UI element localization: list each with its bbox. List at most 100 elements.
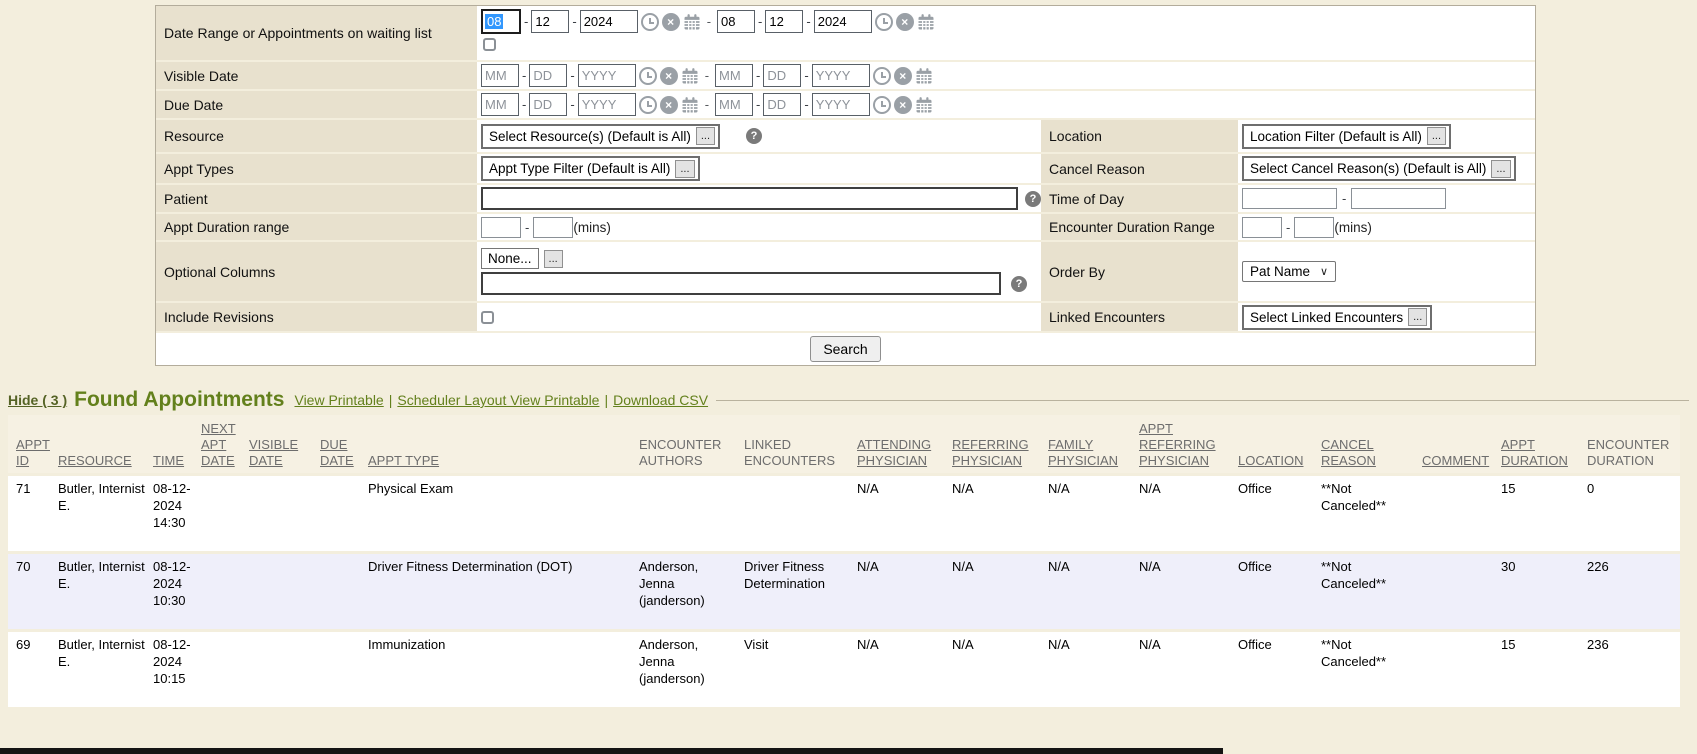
visible-from-month-input[interactable]: [481, 64, 519, 87]
column-header-resource[interactable]: RESOURCE: [58, 415, 153, 473]
search-button[interactable]: Search: [810, 336, 880, 362]
column-header-appt-referring-physician[interactable]: APPT REFERRING PHYSICIAN: [1139, 415, 1238, 473]
optional-columns-input[interactable]: [481, 272, 1001, 295]
ellipsis-button[interactable]: ...: [1427, 127, 1446, 145]
calendar-icon[interactable]: [683, 13, 701, 31]
due-from-day-input[interactable]: [529, 93, 567, 116]
clear-date-icon[interactable]: ×: [894, 67, 912, 85]
due-to-month-input[interactable]: [715, 93, 753, 116]
column-header-comment[interactable]: COMMENT: [1422, 415, 1501, 473]
clear-date-icon[interactable]: ×: [894, 96, 912, 114]
column-header-appt-duration[interactable]: APPT DURATION: [1501, 415, 1587, 473]
clear-date-icon[interactable]: ×: [662, 13, 680, 31]
cancel-reason-filter-button[interactable]: Select Cancel Reason(s) (Default is All)…: [1242, 156, 1516, 181]
ellipsis-button[interactable]: ...: [1408, 308, 1427, 326]
calendar-icon[interactable]: [917, 13, 935, 31]
column-header-label[interactable]: ATTENDING PHYSICIAN: [857, 437, 931, 468]
time-of-day-to-input[interactable]: [1351, 188, 1446, 209]
ellipsis-button[interactable]: ...: [696, 127, 715, 145]
due-from-year-input[interactable]: [578, 93, 636, 116]
optional-columns-button[interactable]: None...: [481, 248, 539, 269]
clock-icon[interactable]: [873, 96, 891, 114]
range-from-year-input[interactable]: [580, 10, 638, 33]
visible-to-month-input[interactable]: [715, 64, 753, 87]
column-header-referring-physician[interactable]: REFERRING PHYSICIAN: [952, 415, 1048, 473]
ellipsis-button[interactable]: ...: [675, 160, 694, 178]
location-filter-button[interactable]: Location Filter (Default is All) ...: [1242, 124, 1451, 149]
patient-input[interactable]: [481, 187, 1018, 210]
calendar-icon[interactable]: [915, 96, 933, 114]
column-header-label[interactable]: TIME: [153, 453, 184, 468]
range-to-month-input[interactable]: [717, 10, 755, 33]
order-by-select[interactable]: Pat Name ∨: [1242, 261, 1336, 282]
column-header-label[interactable]: VISIBLE DATE: [249, 437, 298, 468]
column-header-appt-id[interactable]: APPT ID: [8, 415, 58, 473]
encounter-duration-min-input[interactable]: [1242, 217, 1282, 238]
column-header-label[interactable]: DUE DATE: [320, 437, 354, 468]
calendar-icon[interactable]: [681, 96, 699, 114]
calendar-icon[interactable]: [681, 67, 699, 85]
clear-date-icon[interactable]: ×: [896, 13, 914, 31]
range-from-day-input[interactable]: [531, 10, 569, 33]
due-to-day-input[interactable]: [763, 93, 801, 116]
clock-icon[interactable]: [639, 96, 657, 114]
visible-from-day-input[interactable]: [529, 64, 567, 87]
clear-date-icon[interactable]: ×: [660, 67, 678, 85]
help-icon[interactable]: ?: [1011, 276, 1027, 292]
due-to-year-input[interactable]: [812, 93, 870, 116]
column-header-next-apt-date[interactable]: NEXT APT DATE: [201, 415, 249, 473]
hide-results-link[interactable]: Hide ( 3 ): [8, 392, 67, 408]
view-printable-link[interactable]: View Printable: [294, 392, 383, 408]
clock-icon[interactable]: [641, 13, 659, 31]
visible-from-year-input[interactable]: [578, 64, 636, 87]
column-header-due-date[interactable]: DUE DATE: [320, 415, 368, 473]
column-header-time[interactable]: TIME: [153, 415, 201, 473]
scheduler-layout-view-printable-link[interactable]: Scheduler Layout View Printable: [397, 392, 599, 408]
waiting-list-checkbox[interactable]: [483, 38, 496, 51]
range-from-month-input[interactable]: 08: [481, 9, 521, 34]
time-of-day-from-input[interactable]: [1242, 188, 1337, 209]
column-header-label[interactable]: REFERRING PHYSICIAN: [952, 437, 1029, 468]
column-header-family-physician[interactable]: FAMILY PHYSICIAN: [1048, 415, 1139, 473]
download-csv-link[interactable]: Download CSV: [613, 392, 708, 408]
help-icon[interactable]: ?: [1025, 191, 1041, 207]
table-cell: 71: [8, 476, 58, 551]
column-header-location[interactable]: LOCATION: [1238, 415, 1321, 473]
column-header-appt-type[interactable]: APPT TYPE: [368, 415, 639, 473]
table-cell: 236: [1587, 632, 1680, 707]
column-header-label[interactable]: CANCEL REASON: [1321, 437, 1376, 468]
column-header-label[interactable]: NEXT APT DATE: [201, 421, 236, 468]
column-header-label[interactable]: APPT TYPE: [368, 453, 439, 468]
calendar-icon[interactable]: [915, 67, 933, 85]
range-to-year-input[interactable]: [814, 10, 872, 33]
appt-duration-min-input[interactable]: [481, 217, 521, 238]
clock-icon[interactable]: [875, 13, 893, 31]
ellipsis-button[interactable]: ...: [1491, 160, 1510, 178]
include-revisions-checkbox[interactable]: [481, 311, 494, 324]
column-header-attending-physician[interactable]: ATTENDING PHYSICIAN: [857, 415, 952, 473]
column-header-label[interactable]: LOCATION: [1238, 453, 1304, 468]
visible-to-day-input[interactable]: [763, 64, 801, 87]
help-icon[interactable]: ?: [746, 128, 762, 144]
column-header-label[interactable]: COMMENT: [1422, 453, 1489, 468]
linked-encounters-button[interactable]: Select Linked Encounters ...: [1242, 305, 1432, 330]
range-to-day-input[interactable]: [765, 10, 803, 33]
appt-type-filter-button[interactable]: Appt Type Filter (Default is All) ...: [481, 156, 700, 181]
due-from-month-input[interactable]: [481, 93, 519, 116]
column-header-label[interactable]: APPT DURATION: [1501, 437, 1568, 468]
column-header-visible-date[interactable]: VISIBLE DATE: [249, 415, 320, 473]
column-header-label[interactable]: APPT REFERRING PHYSICIAN: [1139, 421, 1216, 468]
resource-filter-button[interactable]: Select Resource(s) (Default is All) ...: [481, 124, 720, 149]
ellipsis-button[interactable]: ...: [544, 250, 563, 268]
column-header-cancel-reason[interactable]: CANCEL REASON: [1321, 415, 1422, 473]
column-header-label[interactable]: RESOURCE: [58, 453, 132, 468]
visible-to-year-input[interactable]: [812, 64, 870, 87]
clock-icon[interactable]: [873, 67, 891, 85]
appt-duration-max-input[interactable]: [533, 217, 573, 238]
column-header-label[interactable]: APPT ID: [16, 437, 50, 468]
linked-encounters-field: Select Linked Encounters ...: [1238, 303, 1535, 331]
column-header-label[interactable]: FAMILY PHYSICIAN: [1048, 437, 1118, 468]
clock-icon[interactable]: [639, 67, 657, 85]
clear-date-icon[interactable]: ×: [660, 96, 678, 114]
encounter-duration-max-input[interactable]: [1294, 217, 1334, 238]
